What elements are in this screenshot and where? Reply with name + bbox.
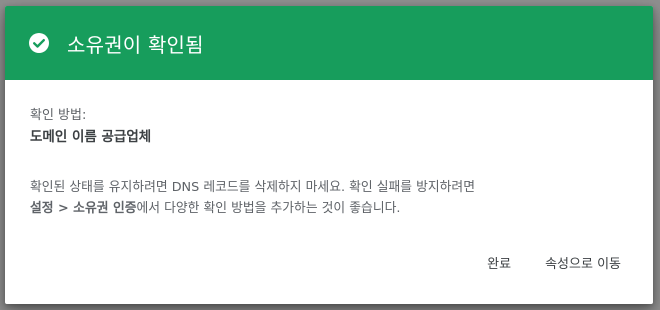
- dialog-actions: 완료 속성으로 이동: [481, 249, 627, 276]
- dialog-body: 확인 방법: 도메인 이름 공급업체 확인된 상태를 유지하려면 DNS 레코드…: [5, 80, 653, 219]
- check-circle-icon: [27, 31, 51, 55]
- verification-method-label: 확인 방법:: [30, 108, 87, 123]
- dialog-header: 소유권이 확인됨: [5, 6, 653, 80]
- description-line-2-text: 에서 다양한 확인 방법을 추가하는 것이 좋습니다.: [136, 201, 401, 216]
- dialog-title: 소유권이 확인됨: [67, 32, 204, 57]
- verification-dialog: 소유권이 확인됨 확인 방법: 도메인 이름 공급업체 확인된 상태를 유지하려…: [5, 6, 653, 304]
- settings-path-text: 설정 > 소유권 인증: [30, 201, 137, 216]
- done-button[interactable]: 완료: [481, 249, 517, 276]
- description-line-2: 설정 > 소유권 인증에서 다양한 확인 방법을 추가하는 것이 좋습니다.: [30, 198, 628, 219]
- verification-method-value: 도메인 이름 공급업체: [30, 129, 152, 145]
- go-to-property-button[interactable]: 속성으로 이동: [539, 249, 627, 276]
- dialog-description: 확인된 상태를 유지하려면 DNS 레코드를 삭제하지 마세요. 확인 실패를 …: [30, 177, 628, 219]
- description-line-1: 확인된 상태를 유지하려면 DNS 레코드를 삭제하지 마세요. 확인 실패를 …: [30, 180, 475, 195]
